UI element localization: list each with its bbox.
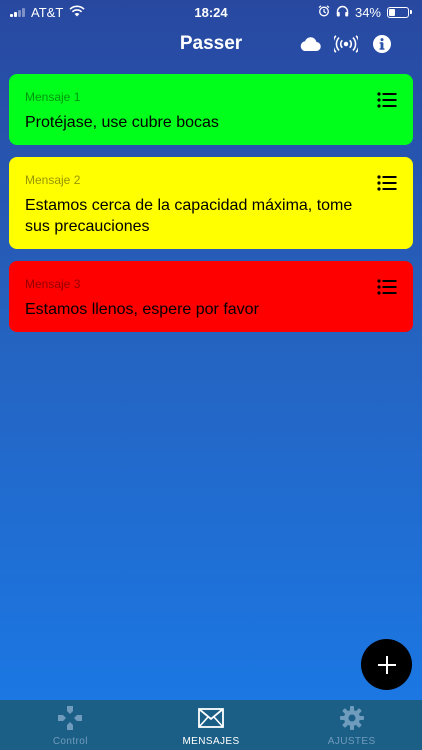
list-menu-icon[interactable] — [377, 175, 397, 191]
tab-mensajes[interactable]: MENSAJES — [141, 700, 282, 750]
tab-label: Control — [52, 736, 88, 747]
gamepad-icon — [57, 705, 83, 731]
carrier-name: AT&T — [31, 4, 64, 20]
battery-percent: 34% — [354, 4, 381, 20]
list-menu-icon[interactable] — [377, 279, 397, 295]
cellular-signal-icon — [10, 7, 25, 17]
envelope-icon — [198, 705, 224, 731]
message-list: Mensaje 1 Protéjase, use cubre bocas Men… — [9, 74, 413, 344]
message-card[interactable]: Mensaje 2 Estamos cerca de la capacidad … — [9, 157, 413, 249]
tab-ajustes[interactable]: AJUSTES — [281, 700, 422, 750]
alarm-icon — [318, 4, 330, 20]
message-card[interactable]: Mensaje 1 Protéjase, use cubre bocas — [9, 74, 413, 145]
message-label: Mensaje 2 — [25, 173, 81, 187]
page-title: Passer — [179, 33, 243, 54]
nav-header: Passer — [0, 24, 422, 64]
plus-icon — [377, 655, 396, 674]
add-message-button[interactable] — [361, 639, 412, 690]
info-icon[interactable] — [370, 32, 394, 56]
status-bar: AT&T 18:24 34% — [0, 0, 422, 24]
tab-control[interactable]: Control — [0, 700, 141, 750]
message-label: Mensaje 1 — [25, 90, 81, 104]
tab-bar: Control MENSAJES AJUSTES — [0, 700, 422, 750]
message-text: Estamos llenos, espere por favor — [25, 301, 259, 318]
message-text: Protéjase, use cubre bocas — [25, 114, 219, 131]
gear-icon — [339, 705, 365, 731]
broadcast-icon[interactable] — [334, 32, 358, 56]
battery-icon — [387, 6, 412, 18]
wifi-icon — [69, 5, 85, 20]
message-text: Estamos cerca de la capacidad máxima, to… — [25, 197, 353, 235]
headphones-icon — [336, 5, 349, 20]
message-label: Mensaje 3 — [25, 277, 81, 291]
message-card[interactable]: Mensaje 3 Estamos llenos, espere por fav… — [9, 261, 413, 332]
tab-label: AJUSTES — [327, 736, 376, 747]
cloud-icon[interactable] — [298, 32, 322, 56]
list-menu-icon[interactable] — [377, 92, 397, 108]
tab-label: MENSAJES — [182, 736, 240, 747]
